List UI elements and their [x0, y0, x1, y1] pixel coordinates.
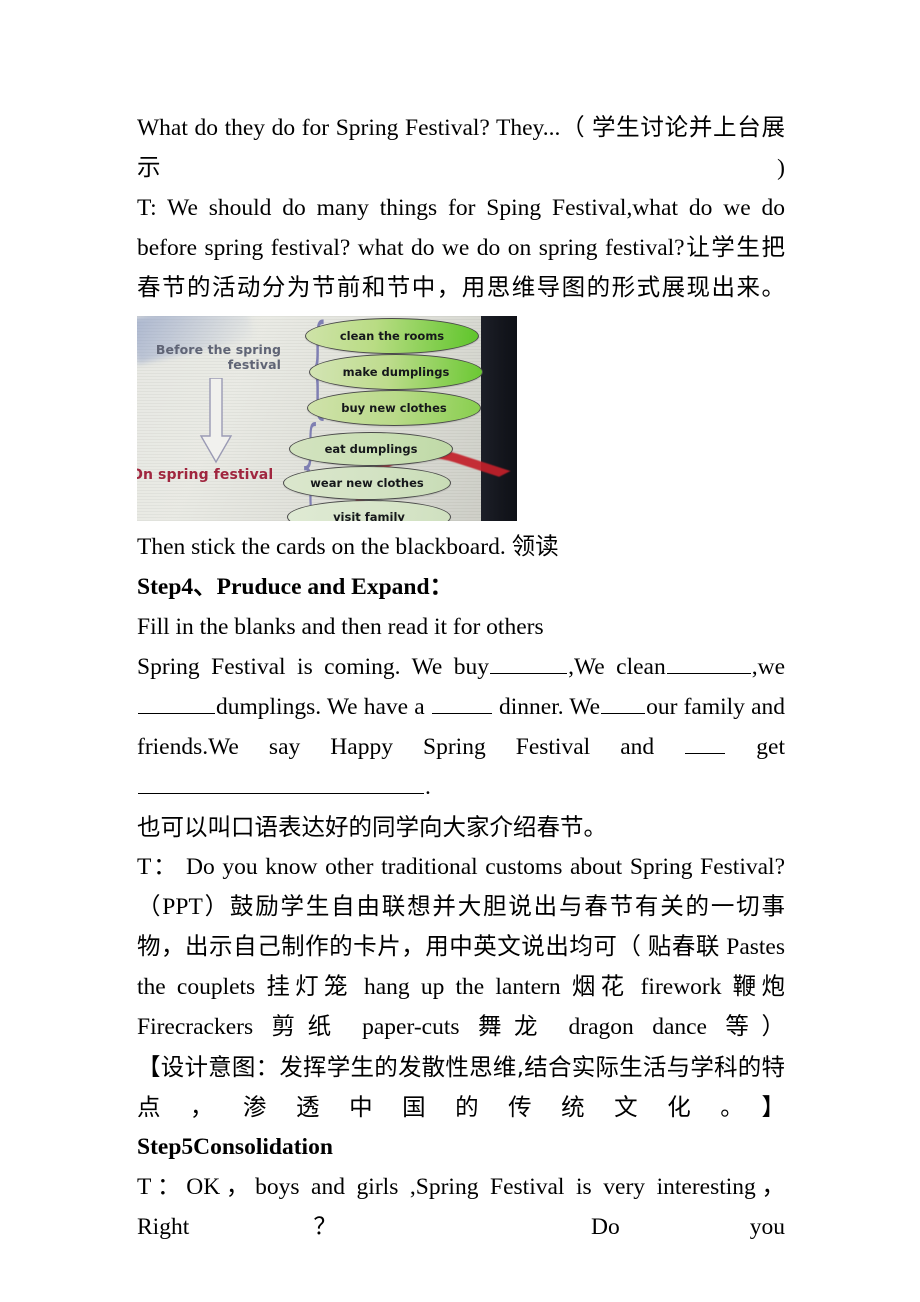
label-before-line1: Before the spring [155, 342, 281, 357]
blank-1[interactable] [490, 656, 568, 674]
blank-2[interactable] [666, 656, 751, 674]
label-before-spring-festival: Before the spring festival [137, 342, 281, 372]
fill-seg-2: ,We clean [568, 654, 666, 680]
fill-seg-3: ,we [751, 654, 785, 680]
bubble-make-dumplings: make dumplings [309, 354, 483, 390]
label-before-line2: festival [227, 357, 281, 372]
fill-seg-5: dinner. We [499, 694, 601, 720]
fill-seg-8: get [756, 734, 785, 760]
bubble-eat-dumplings: eat dumplings [289, 432, 453, 466]
paragraph-oral-intro: 也可以叫口语表达好的同学向大家介绍春节。 [137, 813, 607, 841]
paragraph-consolidation-opening: T：OK，boys and girls ,Spring Festival is … [137, 1174, 785, 1240]
mind-map-photo-wrapper: Before the spring festival On spring fes… [137, 316, 785, 521]
fill-in-the-blank-exercise: Spring Festival is coming. We buy ,We cle… [137, 647, 785, 807]
fill-seg-4: dumplings. We have a [216, 694, 425, 720]
paragraph-fill-instruction: Fill in the blanks and then read it for … [137, 614, 544, 640]
document-body: What do they do for Spring Festival? The… [137, 108, 785, 1247]
blank-3[interactable] [138, 696, 215, 714]
paragraph-question-line: What do they do for Spring Festival? The… [137, 115, 785, 181]
heading-step5: Step5Consolidation [137, 1134, 333, 1160]
down-arrow-icon [199, 378, 233, 464]
paragraph-design-intent: 【设计意图：发挥学生的发散性思维,结合实际生活与学科的特点，渗透中国的传统文化。… [137, 1053, 785, 1121]
blank-6[interactable] [685, 736, 726, 754]
blank-5[interactable] [601, 696, 646, 714]
blank-4[interactable] [431, 696, 492, 714]
fill-seg-7: friends.We say Happy Spring Festival and [137, 734, 655, 760]
brace-on-icon: { [296, 405, 326, 521]
paragraph-teacher-prompt: T: We should do many things for Sping Fe… [137, 195, 785, 301]
blank-7[interactable] [138, 776, 424, 794]
paragraph-stick-cards: Then stick the cards on the blackboard. … [137, 534, 559, 560]
fill-seg-9: . [425, 774, 431, 800]
bubble-clean-the-rooms: clean the rooms [305, 318, 479, 354]
heading-step4: Step4、Pruduce and Expand： [137, 574, 454, 600]
bubble-buy-new-clothes: buy new clothes [307, 390, 481, 426]
label-on-spring-festival: On spring festival [137, 467, 274, 483]
document-page: What do they do for Spring Festival? The… [0, 0, 920, 1302]
fill-seg-6: our family and [646, 694, 786, 720]
mind-map-photo: Before the spring festival On spring fes… [137, 316, 517, 521]
fill-seg-1: Spring Festival is coming. We buy [137, 654, 490, 680]
bubble-wear-new-clothes: wear new clothes [283, 466, 451, 500]
paragraph-customs: T： Do you know other traditional customs… [137, 854, 785, 1040]
